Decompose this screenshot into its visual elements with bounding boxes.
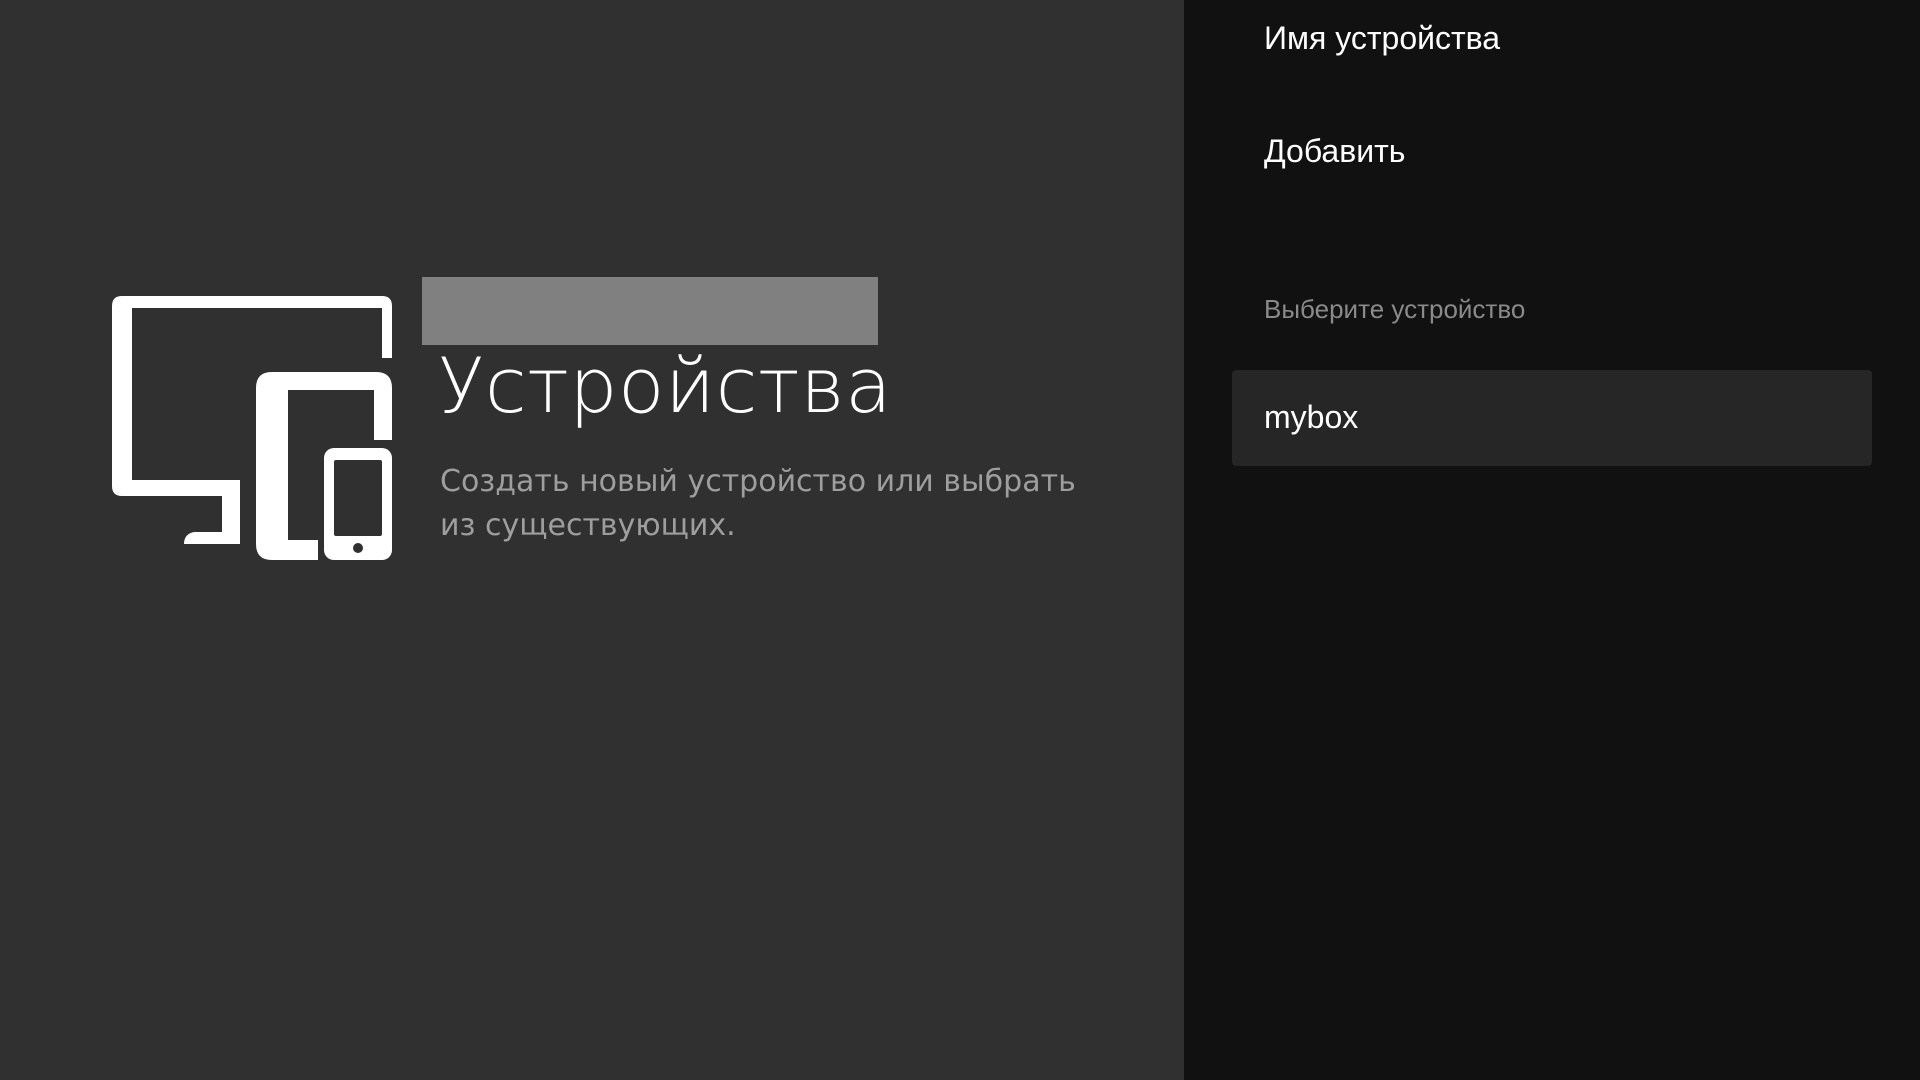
guidance-pane: Устройства Создать новый устройство или … bbox=[0, 0, 1184, 1080]
add-action[interactable]: Добавить bbox=[1264, 133, 1405, 170]
device-item-mybox[interactable]: mybox bbox=[1232, 370, 1872, 466]
device-name-action[interactable]: Имя устройства bbox=[1264, 20, 1500, 57]
page-description: Создать новый устройство или выбрать из … bbox=[440, 464, 1076, 543]
screen: Устройства Создать новый устройство или … bbox=[0, 0, 1920, 1080]
device-item-label: mybox bbox=[1264, 399, 1359, 435]
title-placeholder-block bbox=[422, 277, 878, 345]
device-list-header: Выберите устройство bbox=[1264, 294, 1526, 324]
page-title: Устройства bbox=[438, 341, 893, 430]
devices-icon bbox=[112, 296, 392, 560]
